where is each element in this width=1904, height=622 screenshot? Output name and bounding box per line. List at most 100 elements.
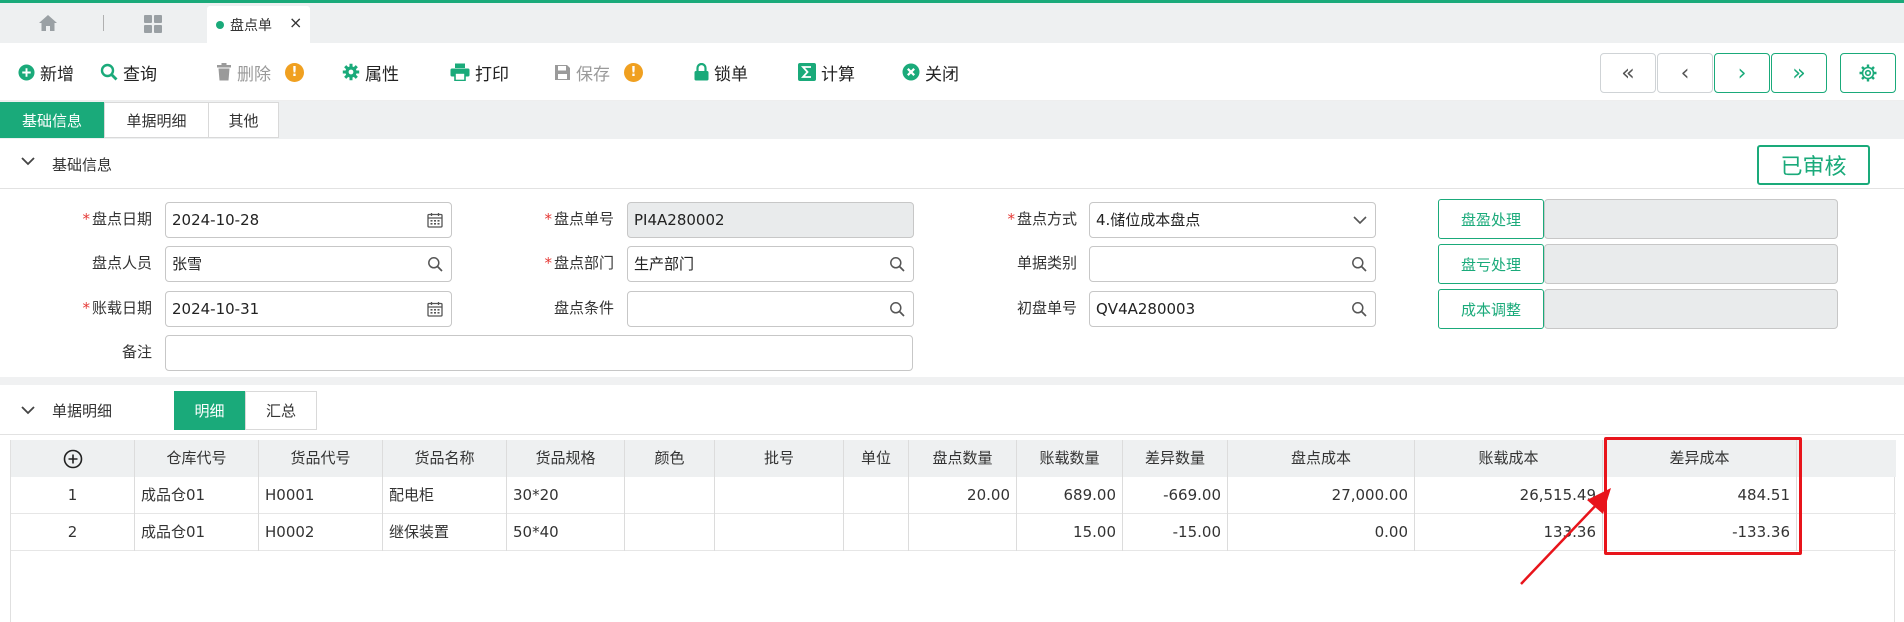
cell-color[interactable]: [625, 514, 715, 551]
initial-no-label: 初盘单号: [1016, 299, 1077, 317]
prev-record-button[interactable]: ‹: [1657, 53, 1713, 93]
counter-label: 盘点人员: [91, 254, 152, 272]
cell-item-name[interactable]: 继保装置: [383, 514, 507, 551]
method-select[interactable]: 4.储位成本盘点: [1089, 202, 1376, 238]
cell-count-qty[interactable]: 20.00: [909, 477, 1017, 514]
cell-item-code[interactable]: H0001: [259, 477, 383, 514]
status-badge: 已审核: [1757, 145, 1870, 185]
account-date-field[interactable]: 2024-10-31: [165, 291, 452, 327]
cell-batch[interactable]: [715, 477, 844, 514]
count-no-field: PI4A280002: [627, 202, 914, 238]
shortage-process-button[interactable]: 盘亏处理: [1438, 244, 1544, 284]
print-button[interactable]: 打印: [450, 60, 509, 85]
search-icon[interactable]: [889, 301, 905, 317]
home-icon[interactable]: [38, 14, 58, 36]
save-label: 保存: [576, 64, 610, 85]
cell-item-name[interactable]: 配电柜: [383, 477, 507, 514]
cell-batch[interactable]: [715, 514, 844, 551]
tab-label: 盘点单: [230, 18, 272, 34]
tab-other[interactable]: 其他: [208, 102, 279, 138]
next-record-button[interactable]: ›: [1714, 53, 1770, 93]
lock-button[interactable]: 锁单: [694, 60, 748, 85]
cell-diff-qty[interactable]: -669.00: [1123, 477, 1228, 514]
cell-warehouse[interactable]: 成品仓01: [135, 514, 259, 551]
counter-field[interactable]: 张雪: [165, 246, 452, 282]
dept-field[interactable]: 生产部门: [627, 246, 914, 282]
doc-type-field[interactable]: [1089, 246, 1376, 282]
remark-field[interactable]: [165, 335, 913, 371]
tab-document-details[interactable]: 单据明细: [104, 102, 209, 138]
search-icon[interactable]: [427, 256, 443, 272]
cell-item-spec[interactable]: 30*20: [507, 477, 625, 514]
surplus-process-button[interactable]: 盘盈处理: [1438, 199, 1544, 239]
detail-divider: [0, 434, 1904, 435]
col-item-code[interactable]: 货品代号: [259, 440, 383, 477]
chevron-down-icon[interactable]: [21, 156, 35, 166]
col-item-spec[interactable]: 货品规格: [507, 440, 625, 477]
basic-info-title: 基础信息: [52, 156, 113, 174]
col-unit[interactable]: 单位: [844, 440, 909, 477]
chevron-down-icon[interactable]: [1353, 215, 1367, 225]
calendar-icon[interactable]: [427, 301, 443, 317]
first-record-button[interactable]: «: [1600, 53, 1656, 93]
col-book-qty[interactable]: 账载数量: [1017, 440, 1123, 477]
cell-book-qty[interactable]: 15.00: [1017, 514, 1123, 551]
close-circle-icon: [902, 63, 920, 81]
basic-info-header[interactable]: 基础信息: [0, 139, 1904, 189]
calendar-icon[interactable]: [427, 212, 443, 228]
tab-summary[interactable]: 汇总: [245, 391, 317, 430]
col-count-qty[interactable]: 盘点数量: [909, 440, 1017, 477]
calculate-button[interactable]: 计算: [798, 60, 855, 85]
cell-unit[interactable]: [844, 477, 909, 514]
search-icon[interactable]: [1351, 256, 1367, 272]
doc-type-label: 单据类别: [1016, 254, 1077, 272]
sigma-icon: [798, 63, 816, 81]
delete-button[interactable]: 删除 !: [216, 60, 304, 85]
cell-count-qty[interactable]: [909, 514, 1017, 551]
cell-unit[interactable]: [844, 514, 909, 551]
cell-warehouse[interactable]: 成品仓01: [135, 477, 259, 514]
count-date-field[interactable]: 2024-10-28: [165, 202, 452, 238]
col-warehouse[interactable]: 仓库代号: [135, 440, 259, 477]
cell-diff-qty[interactable]: -15.00: [1123, 514, 1228, 551]
cost-adjust-button[interactable]: 成本调整: [1438, 289, 1544, 329]
close-button[interactable]: 关闭: [902, 60, 959, 85]
method-label: * 盘点方式: [1007, 210, 1077, 228]
col-book-cost[interactable]: 账载成本: [1415, 440, 1603, 477]
detail-view-tabs: 明细 汇总: [174, 391, 317, 430]
cell-item-code[interactable]: H0002: [259, 514, 383, 551]
add-button[interactable]: 新增: [18, 60, 74, 85]
cell-item-spec[interactable]: 50*40: [507, 514, 625, 551]
add-row-icon[interactable]: [63, 449, 83, 469]
close-tab-icon[interactable]: ×: [289, 13, 302, 32]
chevron-down-icon[interactable]: [21, 405, 35, 415]
lock-label: 锁单: [714, 64, 748, 85]
condition-field[interactable]: [627, 291, 914, 327]
tab-inventory-count[interactable]: 盘点单 ×: [207, 6, 310, 43]
apps-grid-icon[interactable]: [143, 14, 163, 38]
annotation-arrow: [1520, 488, 1611, 585]
col-color[interactable]: 颜色: [625, 440, 715, 477]
add-label: 新增: [40, 64, 74, 85]
last-record-button[interactable]: »: [1771, 53, 1827, 93]
col-count-cost[interactable]: 盘点成本: [1228, 440, 1415, 477]
cell-book-qty[interactable]: 689.00: [1017, 477, 1123, 514]
cell-count-cost[interactable]: 27,000.00: [1228, 477, 1415, 514]
col-item-name[interactable]: 货品名称: [383, 440, 507, 477]
initial-no-field[interactable]: QV4A280003: [1089, 291, 1376, 327]
query-button[interactable]: 查询: [100, 60, 157, 85]
delete-label: 删除: [237, 64, 271, 85]
search-icon[interactable]: [889, 256, 905, 272]
tab-detail[interactable]: 明细: [174, 391, 245, 430]
section-divider: [0, 377, 1904, 385]
cell-color[interactable]: [625, 477, 715, 514]
tab-basic-info[interactable]: 基础信息: [0, 102, 104, 138]
cell-count-cost[interactable]: 0.00: [1228, 514, 1415, 551]
col-batch[interactable]: 批号: [715, 440, 844, 477]
col-diff-qty[interactable]: 差异数量: [1123, 440, 1228, 477]
highlight-box: [1604, 437, 1802, 555]
settings-button[interactable]: [1840, 53, 1896, 93]
save-button[interactable]: 保存 !: [554, 60, 643, 85]
properties-button[interactable]: 属性: [342, 60, 399, 85]
search-icon[interactable]: [1351, 301, 1367, 317]
